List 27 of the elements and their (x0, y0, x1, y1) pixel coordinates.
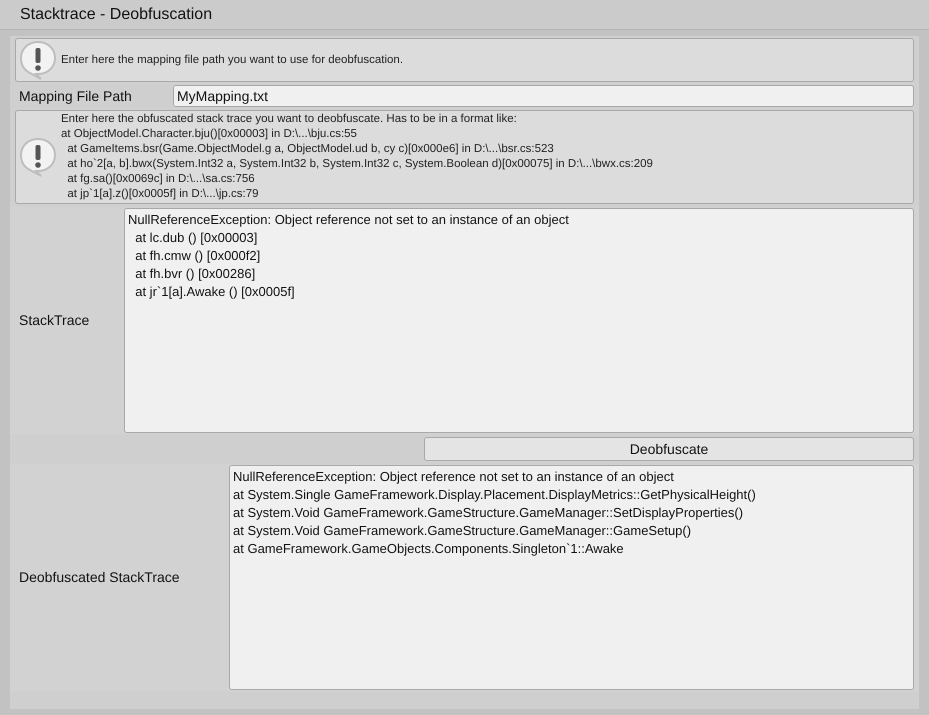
trace-line: at GameFramework.GameObjects.Components.Singleton`1::Awake (233, 540, 625, 558)
trace-line: at System.Void GameFramework.GameStructure.GameManager::SetDisplayProperties() (233, 504, 744, 522)
field-label: Mapping File Path (18, 86, 133, 106)
trace-line: NullReferenceException: Object reference not set to an instance of an object (128, 211, 570, 229)
help-text: at fg.sa()[0x0069c] in D:\...\sa.cs:756 (66, 172, 256, 187)
help-text: at ho`2[a, b].bwx(System.Int32 a, System.Int32 b, System.Int32 c, System.Boolean d)[0x00075] in D:\...\bwx.cs:209 (66, 157, 653, 172)
info-icon (19, 137, 57, 177)
trace-line: NullReferenceException: Object reference not set to an instance of an object (233, 468, 675, 486)
help-text: at GameItems.bsr(Game.ObjectModel.g a, ObjectModel.ud b, cy c)[0x000e6] in D:\...\bsr.cs:523 (66, 142, 555, 157)
deobfuscate-button[interactable]: Deobfuscate (424, 437, 914, 461)
trace-line: at lc.dub () [0x00003] (134, 229, 258, 247)
trace-line: at fh.cmw () [0x000f2] (134, 247, 262, 265)
help-text: at ObjectModel.Character.bju()[0x00003] in D:\...\bju.cs:55 (61, 127, 358, 142)
trace-line: at System.Void GameFramework.GameStructure.GameManager::GameSetup() (233, 522, 692, 540)
trace-line: at jr`1[a].Awake () [0x0005f] (134, 283, 296, 301)
trace-line: at fh.bvr () [0x00286] (134, 265, 256, 283)
mapping-file-path-field[interactable]: MyMapping.txt (173, 85, 914, 107)
help-text: Enter here the mapping file path you want to use for deobfuscation. (61, 52, 404, 68)
help-text: Enter here the obfuscated stack trace you want to deobfuscate. Has to be in a format like: (61, 112, 518, 127)
trace-line: at System.Single GameFramework.Display.Placement.DisplayMetrics::GetPhysicalHeight() (233, 486, 757, 504)
field-label: StackTrace (19, 311, 90, 330)
info-icon (19, 40, 57, 80)
text-area[interactable] (229, 465, 914, 690)
text-area[interactable]: NullReferenceException: Object reference not set to an instance of an object at lc.dub () [0x00003] at fh.cmw () [0x000f2] at fh.bvr () [0x00286] at jr`1[a].Awake () [0x0005f] (124, 208, 914, 433)
field-label: Deobfuscated StackTrace (19, 568, 181, 587)
help-text: at jp`1[a].z()[0x0005f] in D:\...\jp.cs:79 (66, 187, 260, 202)
window-title: Stacktrace - Deobfuscation (20, 4, 212, 24)
